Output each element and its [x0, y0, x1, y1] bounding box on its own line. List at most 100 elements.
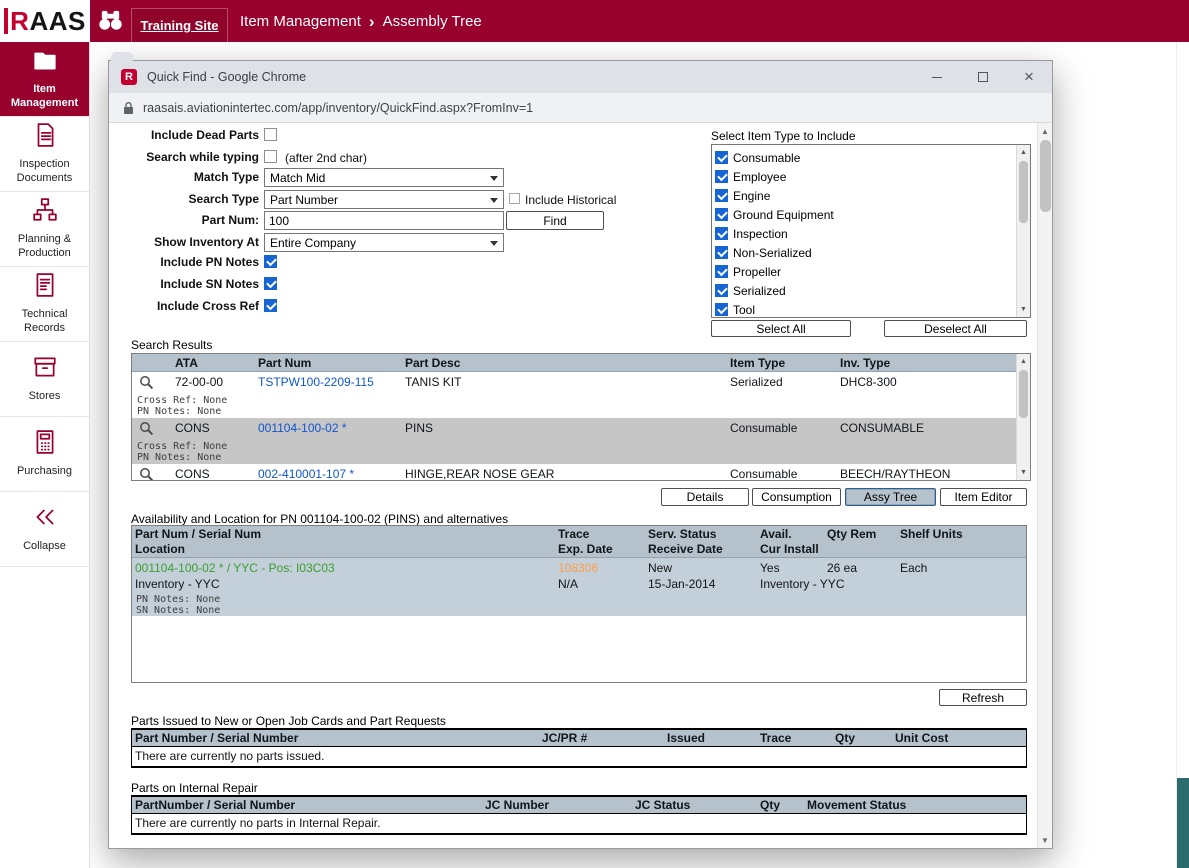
checkbox-icon[interactable]: [715, 265, 728, 278]
match-type-label: Match Type: [109, 171, 259, 184]
item-type-option-ground-equipment[interactable]: Ground Equipment: [712, 205, 1012, 224]
include-dead-parts-label: Include Dead Parts: [109, 129, 259, 142]
scroll-up-icon[interactable]: ▲: [1017, 145, 1030, 160]
sidebar-item-collapse[interactable]: Collapse: [0, 492, 89, 567]
checkbox-icon[interactable]: [715, 208, 728, 221]
internal-repair-title: Parts on Internal Repair: [131, 781, 258, 795]
include-dead-parts-checkbox[interactable]: [264, 128, 277, 141]
consumption-button[interactable]: Consumption: [752, 488, 841, 506]
details-button[interactable]: Details: [661, 488, 749, 506]
page-scrollbar[interactable]: [1176, 42, 1189, 868]
scroll-down-icon[interactable]: ▼: [1017, 302, 1030, 317]
scrollbar-thumb[interactable]: [1019, 161, 1028, 223]
magnifier-icon[interactable]: [139, 421, 154, 436]
item-type-option-serialized[interactable]: Serialized: [712, 281, 1012, 300]
sidebar-item-stores[interactable]: Stores: [0, 342, 89, 417]
scroll-down-icon[interactable]: ▼: [1038, 832, 1052, 848]
sidebar-label: Purchasing: [14, 465, 75, 479]
results-header-row: ATA Part Num Part Desc Item Type Inv. Ty…: [132, 354, 1030, 372]
cell-avail: Yes: [760, 561, 780, 575]
include-pn-notes-checkbox[interactable]: [264, 255, 277, 268]
minimize-button[interactable]: [914, 61, 960, 93]
checkbox-icon[interactable]: [715, 189, 728, 202]
window-titlebar[interactable]: R Quick Find - Google Chrome ×: [109, 61, 1052, 93]
checkbox-icon[interactable]: [715, 170, 728, 183]
sidebar-item-technical-records[interactable]: Technical Records: [0, 267, 89, 342]
breadcrumb-item-management[interactable]: Item Management: [240, 13, 361, 30]
scrollbar-thumb[interactable]: [1019, 370, 1028, 418]
maximize-icon: [978, 72, 988, 82]
item-type-option-employee[interactable]: Employee: [712, 167, 1012, 186]
part-num-input[interactable]: [264, 211, 504, 230]
collapse-icon: [32, 504, 58, 535]
results-scrollbar[interactable]: ▲ ▼: [1016, 354, 1030, 480]
item-type-option-consumable[interactable]: Consumable: [712, 148, 1012, 167]
part-num-link[interactable]: 002-410001-107 *: [258, 467, 354, 481]
item-type-option-inspection[interactable]: Inspection: [712, 224, 1012, 243]
deselect-all-label: Deselect All: [924, 322, 987, 336]
refresh-button[interactable]: Refresh: [939, 689, 1027, 706]
maximize-button[interactable]: [960, 61, 1006, 93]
sidebar-item-item-management[interactable]: Item Management: [0, 42, 89, 117]
item-type-scrollbar[interactable]: ▲ ▼: [1016, 145, 1030, 317]
option-label: Propeller: [733, 265, 781, 279]
close-button[interactable]: ×: [1006, 61, 1052, 93]
trace-link[interactable]: 108306: [558, 561, 598, 575]
item-type-option-non-serialized[interactable]: Non-Serialized: [712, 243, 1012, 262]
show-inventory-at-select[interactable]: Entire Company: [264, 233, 504, 252]
column-jc-pr: JC/PR #: [542, 731, 587, 745]
deselect-all-button[interactable]: Deselect All: [884, 320, 1027, 337]
magnifier-icon[interactable]: [139, 467, 154, 481]
sidebar-item-purchasing[interactable]: Purchasing: [0, 417, 89, 492]
scroll-down-icon[interactable]: ▼: [1017, 465, 1030, 480]
checkbox-icon[interactable]: [715, 303, 728, 316]
result-row-selected[interactable]: CONS 001104-100-02 * PINS Consumable CON…: [132, 418, 1016, 464]
scrollbar-thumb[interactable]: [1040, 140, 1051, 212]
include-sn-notes-checkbox[interactable]: [264, 277, 277, 290]
checkbox-icon[interactable]: [715, 227, 728, 240]
top-bar: R AAS Training Site Item Management › As…: [0, 0, 1189, 42]
item-editor-button[interactable]: Item Editor: [940, 488, 1027, 506]
result-row[interactable]: 72-00-00 TSTPW100-2209-115 TANIS KIT Ser…: [132, 372, 1016, 418]
binoculars-icon[interactable]: [97, 8, 124, 33]
part-num-link[interactable]: 001104-100-02 *: [258, 421, 347, 435]
column-jc-status: JC Status: [635, 798, 690, 812]
checkbox-icon[interactable]: [715, 284, 728, 297]
scroll-up-icon[interactable]: ▲: [1038, 123, 1052, 139]
cell-ata: CONS: [175, 421, 210, 435]
select-all-label: Select All: [756, 322, 805, 336]
search-type-select[interactable]: Part Number: [264, 190, 504, 209]
include-cross-ref-checkbox[interactable]: [264, 299, 277, 312]
sidebar-item-planning-production[interactable]: Planning & Production: [0, 192, 89, 267]
sn-note: SN Notes: None: [136, 605, 220, 616]
match-type-select[interactable]: Match Mid: [264, 168, 504, 187]
window-scrollbar[interactable]: ▲ ▼: [1037, 123, 1052, 848]
search-while-typing-checkbox[interactable]: [264, 150, 277, 163]
item-type-listbox[interactable]: Consumable Employee Engine Ground Equipm…: [711, 144, 1031, 318]
include-pn-notes-label: Include PN Notes: [109, 256, 259, 269]
address-bar[interactable]: raasais.aviationintertec.com/app/invento…: [109, 93, 1052, 123]
include-historical-checkbox[interactable]: [509, 193, 520, 204]
availability-row[interactable]: 001104-100-02 * / YYC - Pos: I03C03 Inve…: [132, 558, 1026, 616]
item-type-option-propeller[interactable]: Propeller: [712, 262, 1012, 281]
assy-tree-button[interactable]: Assy Tree: [845, 488, 936, 506]
training-site-tab[interactable]: Training Site: [131, 8, 228, 42]
url-text[interactable]: raasais.aviationintertec.com/app/invento…: [143, 101, 533, 115]
checkbox-icon[interactable]: [715, 246, 728, 259]
availability-part-link[interactable]: 001104-100-02 * / YYC - Pos: I03C03: [135, 561, 335, 575]
item-editor-label: Item Editor: [954, 490, 1012, 504]
item-type-option-tool[interactable]: Tool: [712, 300, 1012, 318]
checkbox-icon[interactable]: [715, 151, 728, 164]
magnifier-icon[interactable]: [139, 375, 154, 390]
result-row[interactable]: CONS 002-410001-107 * HINGE,REAR NOSE GE…: [132, 464, 1016, 481]
select-all-button[interactable]: Select All: [711, 320, 851, 337]
item-type-option-engine[interactable]: Engine: [712, 186, 1012, 205]
cell-part-desc: PINS: [405, 421, 433, 435]
part-num-link[interactable]: TSTPW100-2209-115: [258, 375, 374, 389]
page-scrollbar-thumb[interactable]: [1177, 778, 1189, 868]
raas-logo[interactable]: R AAS: [0, 0, 90, 42]
sidebar-item-inspection-documents[interactable]: Inspection Documents: [0, 117, 89, 192]
training-site-label: Training Site: [140, 18, 218, 33]
scroll-up-icon[interactable]: ▲: [1017, 354, 1030, 369]
find-button[interactable]: Find: [506, 211, 604, 230]
